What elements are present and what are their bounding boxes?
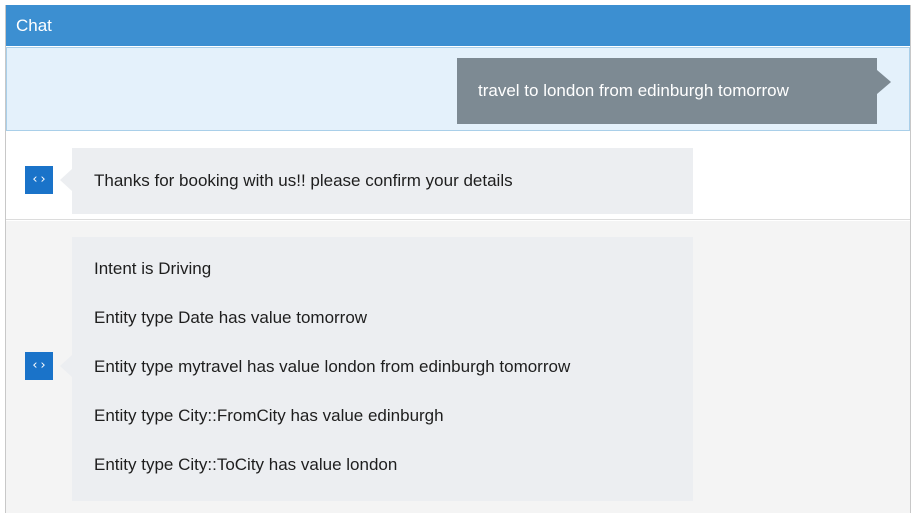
bot-bubble-tail <box>60 355 72 377</box>
chat-window: Chat travel to london from edinburgh tom… <box>5 5 911 513</box>
bot-message-line-mytravel: Entity type mytravel has value london fr… <box>94 357 571 376</box>
bot-message-line-intent: Intent is Driving <box>94 259 212 278</box>
bot-message-line-tocity: Entity type City::ToCity has value londo… <box>94 455 398 474</box>
bot-message-text: Thanks for booking with us!! please conf… <box>94 171 513 190</box>
code-brackets-icon: ‹› <box>25 166 53 194</box>
bot-message-bubble[interactable]: Thanks for booking with us!! please conf… <box>72 148 693 214</box>
bot-message-line-date: Entity type Date has value tomorrow <box>94 308 368 327</box>
user-bubble-tail <box>877 70 891 94</box>
bot-message-line-fromcity: Entity type City::FromCity has value edi… <box>94 406 444 425</box>
user-message-bubble[interactable]: travel to london from edinburgh tomorrow <box>457 58 877 124</box>
bot-message-row[interactable]: ‹› Intent is Driving Entity type Date ha… <box>6 221 910 513</box>
chat-title: Chat <box>16 16 52 35</box>
user-message-text: travel to london from edinburgh tomorrow <box>478 81 789 100</box>
chat-header: Chat <box>6 5 910 46</box>
bot-message-row[interactable]: ‹› Thanks for booking with us!! please c… <box>6 132 910 220</box>
bot-bubble-tail <box>60 169 72 191</box>
user-message-row[interactable]: travel to london from edinburgh tomorrow <box>6 47 910 131</box>
bot-message-bubble[interactable]: Intent is Driving Entity type Date has v… <box>72 237 693 501</box>
code-brackets-icon: ‹› <box>25 352 53 380</box>
